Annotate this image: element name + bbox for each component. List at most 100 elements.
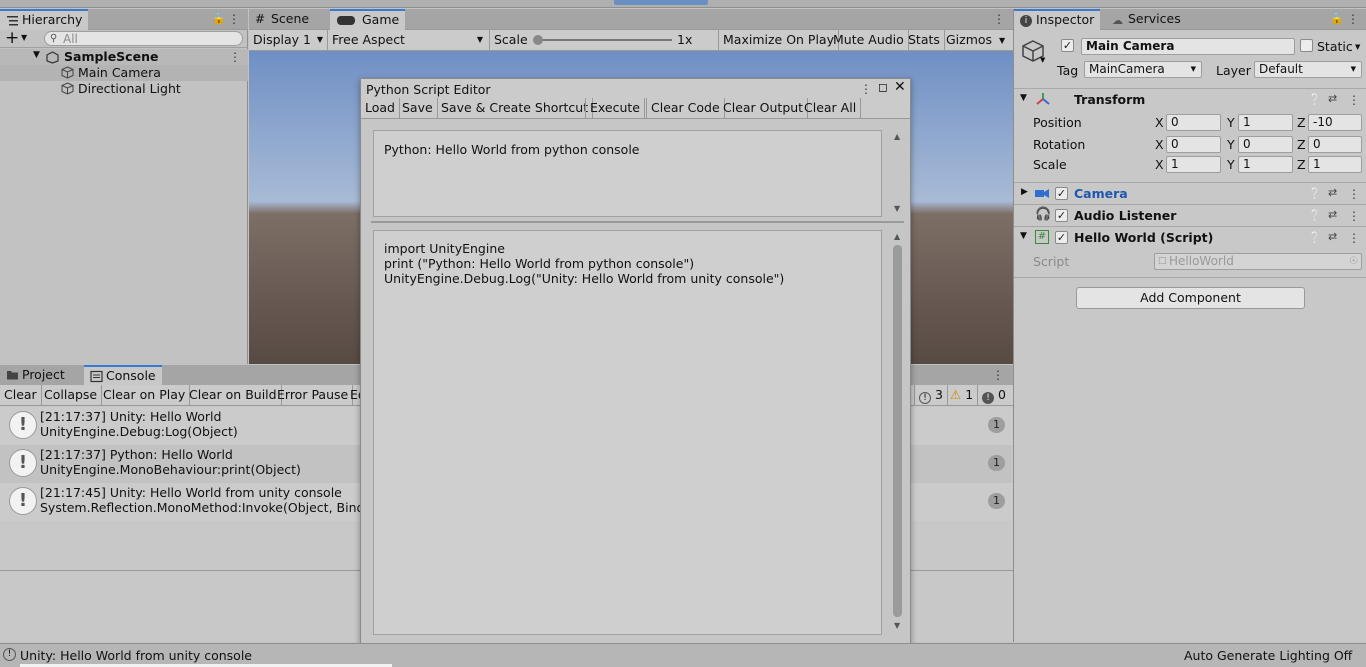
save-button[interactable]: Save: [398, 98, 438, 119]
console-menu-icon[interactable]: ⋮: [992, 368, 1004, 382]
rotation-y-field[interactable]: 0: [1238, 136, 1293, 153]
editor-titlebar[interactable]: Python Script Editor ⋮ ◻ ✕: [361, 79, 910, 99]
error-pause-toggle[interactable]: Error Pause: [273, 385, 354, 406]
position-x-field[interactable]: 0: [1166, 114, 1221, 131]
maximize-icon[interactable]: ◻: [878, 80, 888, 94]
component-menu-icon[interactable]: ⋮: [1348, 187, 1360, 201]
preset-icon[interactable]: ⇄: [1328, 186, 1337, 199]
tab-inspector[interactable]: i Inspector: [1014, 9, 1101, 30]
chevron-down-icon[interactable]: ▼: [1040, 56, 1045, 64]
layer-dropdown[interactable]: Default ▼: [1254, 61, 1362, 78]
tab-project[interactable]: Project: [0, 365, 71, 386]
component-menu-icon[interactable]: ⋮: [1348, 209, 1360, 223]
inspector-menu-icon[interactable]: ⋮: [1347, 12, 1359, 26]
clear-on-play-toggle[interactable]: Clear on Play: [99, 385, 191, 406]
hierarchy-item-main-camera[interactable]: Main Camera: [0, 65, 248, 81]
tab-services[interactable]: ☁ Services: [1106, 9, 1187, 30]
hierarchy-menu-icon[interactable]: ⋮: [228, 12, 240, 26]
gizmos-toggle[interactable]: Gizmos: [942, 30, 996, 51]
editor-menu-icon[interactable]: ⋮: [860, 82, 872, 96]
camera-enabled-checkbox[interactable]: ✓: [1055, 187, 1068, 200]
add-object-icon[interactable]: +: [5, 28, 19, 48]
play-button-group[interactable]: [614, 0, 708, 5]
lock-icon[interactable]: 🔒: [1330, 12, 1344, 25]
position-y-field[interactable]: 1: [1238, 114, 1293, 131]
status-message[interactable]: Unity: Hello World from unity console: [20, 648, 252, 663]
object-name-field[interactable]: Main Camera: [1081, 38, 1295, 55]
tag-dropdown[interactable]: MainCamera ▼: [1084, 61, 1202, 78]
preset-icon[interactable]: ⇄: [1328, 230, 1337, 243]
tab-game[interactable]: Game: [330, 9, 406, 30]
chevron-down-icon[interactable]: ▼: [1355, 43, 1360, 51]
console-collapse-toggle[interactable]: Collapse: [40, 385, 103, 406]
chevron-down-icon[interactable]: ▼: [21, 33, 27, 42]
component-menu-icon[interactable]: ⋮: [1348, 231, 1360, 245]
audio-listener-component-header[interactable]: 🎧 ✓ Audio Listener ❔ ⇄ ⋮: [1014, 204, 1366, 226]
console-clear-button[interactable]: Clear: [0, 385, 42, 406]
tab-hierarchy[interactable]: Hierarchy: [0, 9, 89, 30]
clear-on-build-toggle[interactable]: Clear on Build: [185, 385, 282, 406]
preset-icon[interactable]: ⇄: [1328, 208, 1337, 221]
tab-console[interactable]: Console: [84, 365, 162, 386]
chevron-down-icon[interactable]: ▼: [999, 36, 1005, 45]
output-textarea[interactable]: Python: Hello World from python console: [373, 130, 882, 217]
lock-icon[interactable]: 🔒: [212, 12, 226, 25]
static-checkbox[interactable]: [1300, 39, 1313, 52]
close-icon[interactable]: ✕: [894, 79, 906, 95]
scale-y-field[interactable]: 1: [1238, 156, 1293, 173]
scroll-down-icon[interactable]: ▼: [894, 621, 900, 630]
scene-row[interactable]: ▼ SampleScene ⋮: [0, 49, 248, 65]
position-z-field[interactable]: -10: [1308, 114, 1362, 131]
hierarchy-search-input[interactable]: ⚲ All: [44, 31, 243, 46]
aspect-dropdown[interactable]: Free Aspect ▼: [328, 30, 490, 51]
transform-header[interactable]: ▼ Transform ❔ ⇄ ⋮: [1014, 88, 1366, 110]
help-icon[interactable]: ❔: [1308, 93, 1322, 106]
hierarchy-item-directional-light[interactable]: Directional Light: [0, 81, 248, 97]
help-icon[interactable]: ❔: [1308, 231, 1322, 244]
lighting-status[interactable]: Auto Generate Lighting Off: [1184, 648, 1352, 663]
expand-arrow-icon[interactable]: ▼: [1020, 231, 1027, 241]
add-component-button[interactable]: Add Component: [1076, 287, 1305, 309]
expand-arrow-icon[interactable]: ▼: [1020, 93, 1027, 103]
camera-component-header[interactable]: ▶ ✓ Camera ❔ ⇄ ⋮: [1014, 182, 1366, 204]
display-dropdown[interactable]: Display 1 ▼: [249, 30, 328, 51]
help-icon[interactable]: ❔: [1308, 187, 1322, 200]
scale-z-field[interactable]: 1: [1308, 156, 1362, 173]
scale-slider-handle[interactable]: [533, 35, 543, 45]
clear-all-button[interactable]: Clear All: [800, 98, 862, 119]
script-enabled-checkbox[interactable]: ✓: [1055, 231, 1068, 244]
audio-listener-enabled-checkbox[interactable]: ✓: [1055, 209, 1068, 222]
load-button[interactable]: Load: [361, 98, 400, 119]
mute-audio-toggle[interactable]: Mute Audio: [829, 30, 909, 51]
object-active-checkbox[interactable]: ✓: [1061, 39, 1074, 52]
help-icon[interactable]: ❔: [1308, 209, 1322, 222]
code-scrollbar-thumb[interactable]: [893, 245, 902, 617]
clear-output-button[interactable]: Clear Output: [719, 98, 809, 119]
scroll-up-icon[interactable]: ▲: [894, 232, 900, 241]
center-panel-menu-icon[interactable]: ⋮: [993, 12, 1005, 26]
scale-slider[interactable]: [533, 35, 672, 45]
warning-count-toggle[interactable]: ⚠ 1: [946, 385, 979, 406]
error-count-toggle[interactable]: ! 0: [978, 385, 1010, 406]
script-component-header[interactable]: ▼ # ✓ Hello World (Script) ❔ ⇄ ⋮: [1014, 226, 1366, 248]
output-scrollbar[interactable]: ▲ ▼: [891, 132, 904, 214]
tab-scene[interactable]: # Scene: [249, 9, 315, 30]
execute-button[interactable]: Execute: [585, 98, 645, 119]
stats-toggle[interactable]: Stats: [904, 30, 945, 51]
scroll-up-icon[interactable]: ▲: [894, 132, 900, 141]
clear-code-button[interactable]: Clear Code: [646, 98, 725, 119]
expand-arrow-icon[interactable]: ▶: [1021, 187, 1028, 197]
info-count-toggle[interactable]: ! 3: [914, 385, 948, 406]
editor-splitter[interactable]: [371, 221, 904, 223]
scroll-down-icon[interactable]: ▼: [894, 204, 900, 213]
rotation-x-field[interactable]: 0: [1166, 136, 1221, 153]
component-menu-icon[interactable]: ⋮: [1348, 93, 1360, 107]
expand-arrow-icon[interactable]: ▼: [33, 50, 40, 60]
save-create-shortcut-button[interactable]: Save & Create Shortcut: [437, 98, 594, 119]
rotation-z-field[interactable]: 0: [1308, 136, 1362, 153]
code-scrollbar[interactable]: ▲ ▼: [891, 232, 904, 632]
preset-icon[interactable]: ⇄: [1328, 92, 1337, 105]
code-textarea[interactable]: import UnityEngine print ("Python: Hello…: [373, 230, 882, 635]
scene-menu-icon[interactable]: ⋮: [229, 50, 241, 64]
maximize-on-play-toggle[interactable]: Maximize On Play: [719, 30, 839, 51]
